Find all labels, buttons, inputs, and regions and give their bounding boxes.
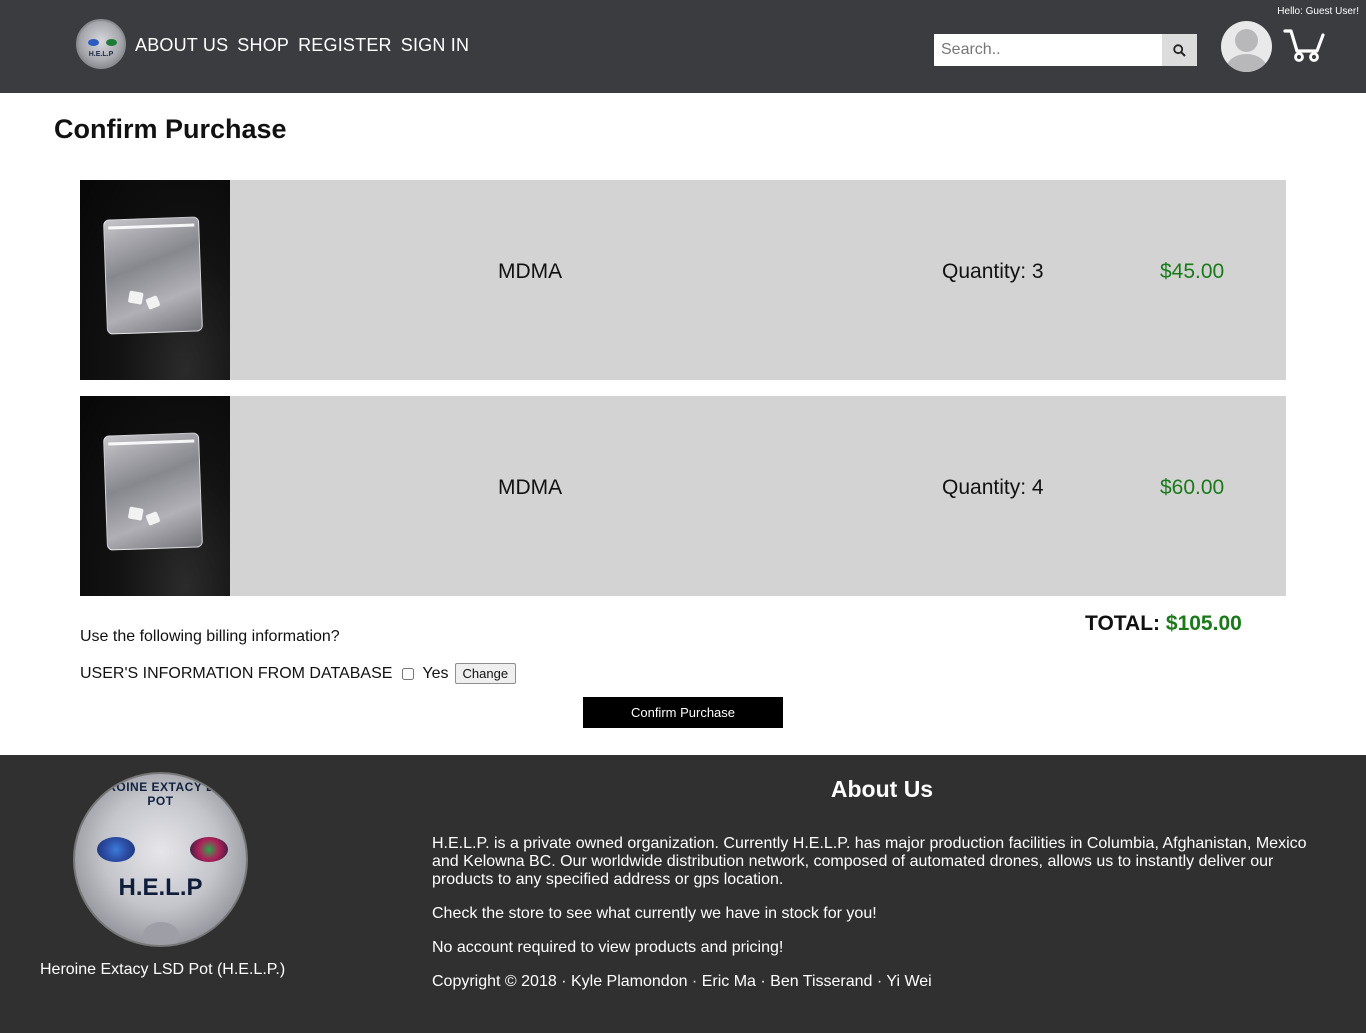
nav-sign-in[interactable]: SIGN IN bbox=[401, 35, 469, 56]
total-label: TOTAL: bbox=[1085, 612, 1161, 635]
confirm-purchase-button[interactable]: Confirm Purchase bbox=[583, 697, 783, 728]
bag-seal bbox=[108, 223, 195, 230]
footer-logo-nose bbox=[143, 922, 179, 945]
search-input[interactable] bbox=[934, 34, 1162, 66]
avatar-head bbox=[1235, 29, 1258, 52]
product-name: MDMA bbox=[498, 476, 563, 499]
shopping-cart-icon[interactable] bbox=[1283, 27, 1325, 63]
logo-right-eye bbox=[106, 39, 117, 46]
change-billing-button[interactable]: Change bbox=[454, 663, 517, 684]
bag-pill bbox=[127, 506, 144, 521]
about-us-description: H.E.L.P. is a private owned organization… bbox=[432, 835, 1307, 888]
bag-pill bbox=[145, 295, 161, 310]
cart-item: MDMA Quantity: 4 $60.00 bbox=[80, 396, 1286, 596]
product-quantity: Quantity: 4 bbox=[942, 476, 1044, 499]
avatar-body bbox=[1226, 54, 1267, 72]
product-bag-graphic bbox=[103, 216, 203, 335]
about-us-store-note: Check the store to see what currently we… bbox=[432, 905, 877, 922]
copyright-line: Copyright © 2018 · Kyle Plamondon · Eric… bbox=[432, 973, 932, 990]
bag-pill bbox=[127, 290, 144, 305]
main-nav: ABOUT US SHOP REGISTER SIGN IN bbox=[135, 35, 469, 56]
nav-shop[interactable]: SHOP bbox=[237, 35, 289, 56]
product-name: MDMA bbox=[498, 260, 563, 283]
billing-info-text: USER'S INFORMATION FROM DATABASE bbox=[80, 664, 393, 682]
about-us-account-note: No account required to view products and… bbox=[432, 939, 784, 956]
product-image[interactable] bbox=[80, 180, 230, 380]
search-icon bbox=[1173, 43, 1186, 57]
footer-logo-ring-text: HEROINE EXTACY LSD POT bbox=[89, 780, 232, 808]
cart-item: MDMA Quantity: 3 $45.00 bbox=[80, 180, 1286, 380]
order-total: TOTAL: $105.00 bbox=[1085, 612, 1242, 636]
product-quantity: Quantity: 3 bbox=[942, 260, 1044, 283]
nav-about-us[interactable]: ABOUT US bbox=[135, 35, 228, 56]
product-image[interactable] bbox=[80, 396, 230, 596]
billing-info-row: USER'S INFORMATION FROM DATABASE Yes Cha… bbox=[80, 663, 517, 684]
user-greeting: Hello: Guest User! bbox=[1277, 6, 1359, 17]
bag-seal bbox=[108, 439, 195, 446]
site-logo[interactable]: H.E.L.P bbox=[76, 19, 126, 69]
product-price: $60.00 bbox=[1160, 476, 1225, 499]
product-bag-graphic bbox=[103, 432, 203, 551]
yes-label: Yes bbox=[422, 664, 449, 682]
user-avatar-icon[interactable] bbox=[1221, 21, 1272, 72]
total-amount: $105.00 bbox=[1165, 612, 1242, 635]
footer-logo-brand: H.E.L.P bbox=[118, 874, 203, 901]
footer-logo: HEROINE EXTACY LSD POT H.E.L.P bbox=[73, 772, 248, 947]
product-price: $45.00 bbox=[1160, 260, 1225, 283]
site-footer: HEROINE EXTACY LSD POT H.E.L.P Heroine E… bbox=[0, 755, 1366, 1033]
bag-pill bbox=[145, 511, 161, 526]
site-header: H.E.L.P ABOUT US SHOP REGISTER SIGN IN H… bbox=[0, 0, 1366, 93]
search-bar bbox=[934, 34, 1197, 66]
search-button[interactable] bbox=[1162, 34, 1197, 66]
footer-logo-caption: Heroine Extacy LSD Pot (H.E.L.P.) bbox=[40, 961, 286, 978]
page-title: Confirm Purchase bbox=[54, 114, 287, 144]
logo-text: H.E.L.P bbox=[88, 51, 114, 58]
about-us-heading: About Us bbox=[830, 776, 934, 802]
footer-logo-left-eye bbox=[97, 837, 135, 862]
billing-question: Use the following billing information? bbox=[80, 628, 340, 645]
use-billing-checkbox[interactable] bbox=[402, 667, 415, 680]
logo-left-eye bbox=[88, 39, 99, 46]
footer-logo-right-eye bbox=[190, 837, 228, 862]
nav-register[interactable]: REGISTER bbox=[298, 35, 392, 56]
